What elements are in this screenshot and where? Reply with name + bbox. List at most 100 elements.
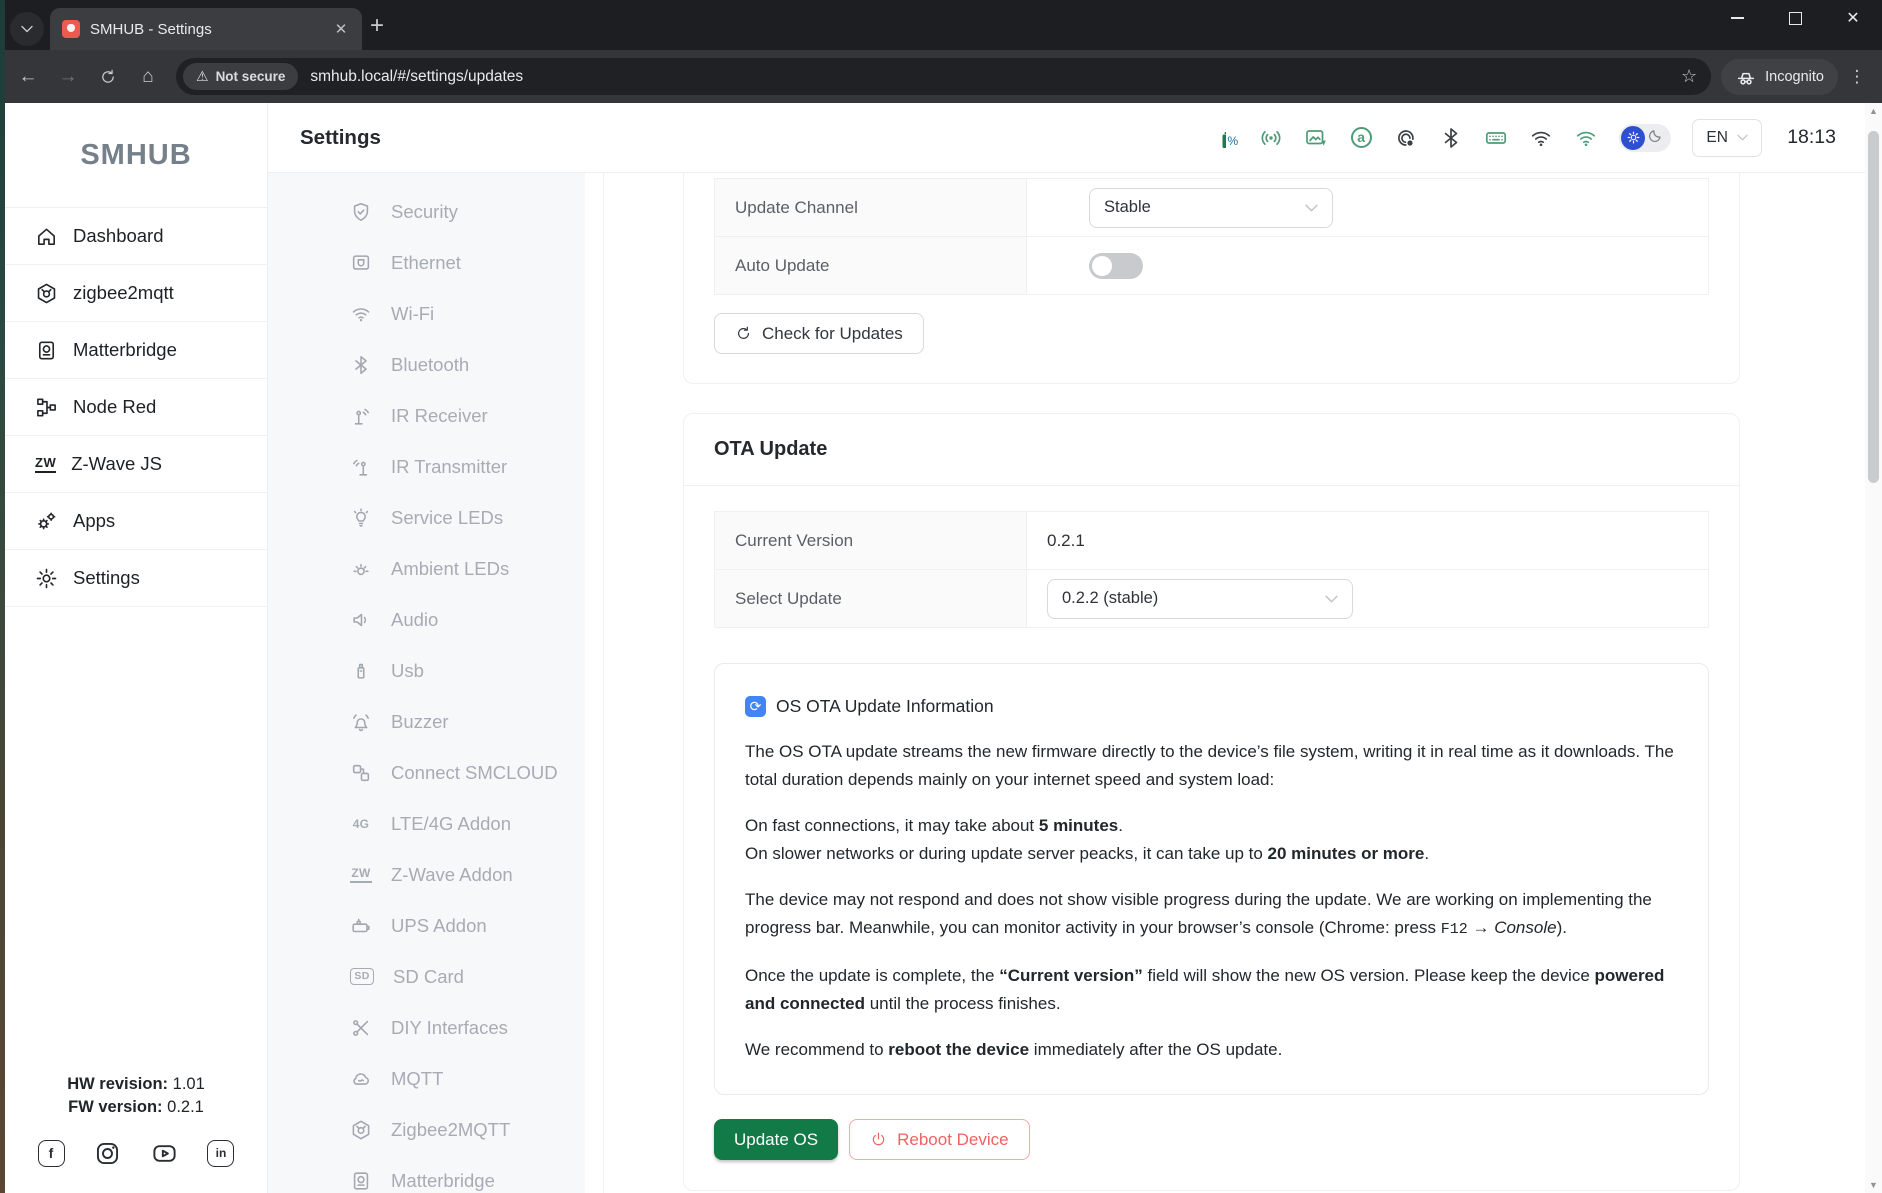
network-spiral-icon[interactable] [1394,126,1418,150]
window-controls: ✕ [1708,0,1882,36]
select-update-dropdown[interactable]: 0.2.2 (stable) [1047,578,1353,619]
tab-close-icon[interactable]: ✕ [330,18,352,40]
browser-tab[interactable]: SMHUB - Settings ✕ [50,8,362,50]
language-select[interactable]: EN [1692,118,1763,157]
url-text[interactable]: smhub.local/#/settings/updates [310,68,1681,86]
app-logo: SMHUB [80,138,192,171]
sidebar-footer: HW revision: 1.01 FW version: 0.2.1 f in [5,1071,267,1167]
table-row: Current Version 0.2.1 [715,512,1708,569]
bookmark-star-icon[interactable]: ☆ [1681,66,1697,87]
settings-menu-item-service-leds[interactable]: Service LEDs [268,492,585,543]
sidebar-item-zwave-js[interactable]: ZW Z-Wave JS [5,436,267,493]
gears-icon [35,510,58,533]
info-paragraph: We recommend to reboot the device immedi… [745,1040,1283,1059]
matterbridge-icon [35,339,58,362]
threads-icon[interactable]: a [1349,126,1373,150]
youtube-icon[interactable] [150,1139,178,1167]
scroll-up-arrow[interactable]: ▲ [1865,103,1882,119]
minimize-button[interactable] [1708,0,1766,36]
node-red-icon [35,396,58,419]
auto-update-toggle[interactable] [1089,252,1143,279]
page-scrollbar[interactable]: ▲ ▼ [1865,103,1882,1193]
sidebar-item-node-red[interactable]: Node Red [5,379,267,436]
forward-button[interactable]: → [50,59,86,95]
back-button[interactable]: ← [10,59,46,95]
browser-menu-icon[interactable]: ⋮ [1842,67,1872,87]
reboot-device-button[interactable]: Reboot Device [849,1119,1030,1160]
settings-menu-item-ambient-leds[interactable]: Ambient LEDs [268,543,585,594]
clock: 18:13 [1787,126,1836,148]
settings-menu-item-zwave-addon[interactable]: ZW Z-Wave Addon [268,849,585,900]
bell-icon [350,711,372,733]
facebook-icon[interactable]: f [37,1139,65,1167]
settings-menu-item-connect-smcloud[interactable]: Connect SMCLOUD [268,747,585,798]
settings-menu-item-security[interactable]: Security [268,186,585,237]
check-for-updates-button[interactable]: Check for Updates [714,313,924,354]
settings-menu-item-ir-transmitter[interactable]: IR Transmitter [268,441,585,492]
zwave-icon: ZW [35,455,57,474]
new-tab-button[interactable]: + [370,14,384,38]
update-os-button[interactable]: Update OS [714,1119,839,1160]
bluetooth-icon[interactable] [1439,126,1463,150]
tab-strip: SMHUB - Settings ✕ + ✕ [0,0,1882,50]
hw-revision: HW revision: 1.01 [67,1075,205,1093]
reload-button[interactable] [90,59,126,95]
close-button[interactable]: ✕ [1824,0,1882,36]
settings-menu-item-ethernet[interactable]: Ethernet [268,237,585,288]
settings-menu-item-bluetooth[interactable]: Bluetooth [268,339,585,390]
select-update-label: Select Update [715,570,1027,627]
sidebar-item-apps[interactable]: Apps [5,493,267,550]
settings-menu-item-matterbridge[interactable]: Matterbridge [268,1155,585,1193]
sidebar-item-settings[interactable]: Settings [5,550,267,607]
zigbee-hexagon-icon [35,282,58,305]
sidebar-nav: Dashboard zigbee2mqtt Matterbridge Node … [5,207,267,607]
settings-menu-item-buzzer[interactable]: Buzzer [268,696,585,747]
settings-menu-item-lte-addon[interactable]: 4G LTE/4G Addon [268,798,585,849]
scroll-down-arrow[interactable]: ▼ [1865,1177,1882,1193]
settings-menu-item-usb[interactable]: Usb [268,645,585,696]
settings-menu-item-mqtt[interactable]: MQTT [268,1053,585,1104]
matterbridge-icon [350,1170,372,1192]
ups-battery-icon [350,915,372,937]
settings-menu-item-wifi[interactable]: Wi-Fi [268,288,585,339]
settings-menu-item-ir-receiver[interactable]: IR Receiver [268,390,585,441]
toggle-knob [1092,255,1112,276]
status-icon-bar: % a EN 18:13 [1214,118,1836,157]
sidebar-item-dashboard[interactable]: Dashboard [5,208,267,265]
maximize-button[interactable] [1766,0,1824,36]
scrollbar-thumb[interactable] [1868,131,1879,483]
theme-toggle[interactable] [1619,123,1672,152]
page-header: Settings % a EN 18:13 [268,103,1882,173]
settings-menu-item-ups-addon[interactable]: UPS Addon [268,900,585,951]
info-paragraph: The OS OTA update streams the new firmwa… [745,742,1674,789]
home-button[interactable]: ⌂ [130,59,166,95]
settings-menu-item-zigbee2mqtt[interactable]: Zigbee2MQTT [268,1104,585,1155]
browser-toolbar: ← → ⌂ ⚠ Not secure smhub.local/#/setting… [0,50,1882,103]
info-paragraph: The device may not respond and does not … [745,890,1652,938]
tab-search-button[interactable] [10,12,44,46]
address-bar[interactable]: ⚠ Not secure smhub.local/#/settings/upda… [176,58,1712,95]
instagram-icon[interactable] [94,1139,122,1167]
sidebar-item-zigbee2mqtt[interactable]: zigbee2mqtt [5,265,267,322]
sidebar-item-matterbridge[interactable]: Matterbridge [5,322,267,379]
zwave-icon: ZW [350,866,372,883]
settings-menu-item-diy-interfaces[interactable]: DIY Interfaces [268,1002,585,1053]
not-secure-chip[interactable]: ⚠ Not secure [183,63,299,90]
info-paragraph: On fast connections, it may take about 5… [745,816,1430,863]
card-title: OTA Update [714,438,828,460]
table-row: Select Update 0.2.2 (stable) [715,569,1708,627]
lte-4g-icon: 4G [352,816,370,831]
broadcast-icon[interactable] [1259,126,1283,150]
screenshot-icon[interactable] [1304,126,1328,150]
auto-update-label: Auto Update [715,237,1027,294]
keyboard-icon[interactable] [1484,126,1508,150]
power-icon [870,1131,887,1148]
current-version-value: 0.2.1 [1047,530,1085,550]
settings-menu-item-sd-card[interactable]: SD SD Card [268,951,585,1002]
settings-menu-item-audio[interactable]: Audio [268,594,585,645]
wifi-connected-icon[interactable] [1574,126,1598,150]
home-icon [35,225,58,248]
linkedin-icon[interactable]: in [207,1139,235,1167]
update-channel-select[interactable]: Stable [1089,187,1333,228]
wifi-icon[interactable] [1529,126,1553,150]
